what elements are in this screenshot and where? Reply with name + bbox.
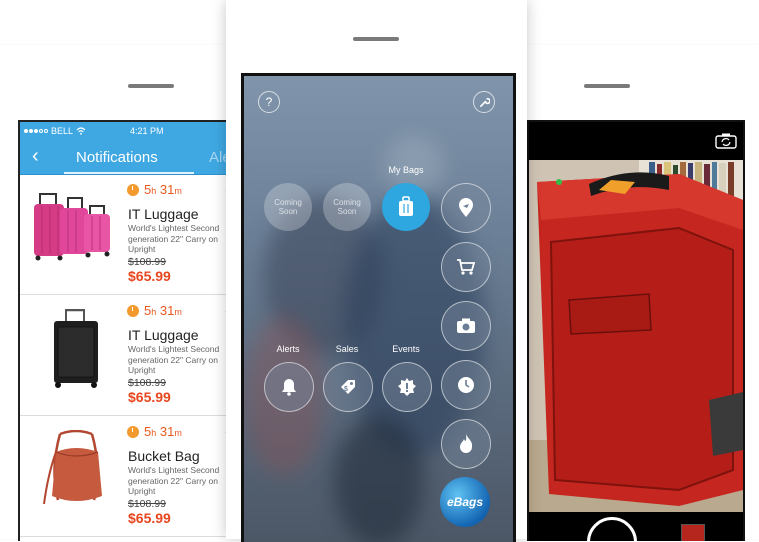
speaker-slot (353, 37, 399, 41)
wifi-icon (76, 127, 86, 135)
phone-frame-center: ? My Bags Coming Soon Coming Soon Alerts… (226, 0, 527, 542)
product-description: World's Lightest Second generation 22" Ca… (128, 223, 220, 254)
alerts-label: Alerts (276, 344, 300, 354)
coming-soon-button: Coming Soon (264, 183, 312, 231)
alerts-button[interactable] (264, 362, 314, 412)
phone-frame-right (522, 45, 759, 541)
history-button[interactable] (441, 360, 491, 410)
signal-icon (24, 129, 48, 133)
notification-item[interactable]: 5h 31m IT Luggage World's Lightest Secon… (20, 174, 234, 295)
price-tag-icon: $ (341, 380, 355, 394)
timer-clock-icon (127, 425, 139, 438)
cart-button[interactable] (441, 242, 491, 292)
product-description: World's Lightest Second generation 22" Ca… (128, 465, 220, 496)
product-name: IT Luggage (128, 327, 199, 343)
bucket-bag-image (43, 430, 102, 505)
sales-button[interactable]: $ (323, 362, 373, 412)
red-suitcase-photo (529, 160, 743, 512)
product-name: Bucket Bag (128, 448, 200, 464)
timer-clock-icon (127, 183, 139, 196)
flame-icon (460, 434, 473, 453)
sale-price: $65.99 (128, 389, 171, 405)
shutter-button[interactable] (587, 517, 637, 541)
original-price: $108.99 (128, 377, 166, 389)
deal-timer: 5h 31m (127, 303, 182, 318)
original-price: $108.99 (128, 498, 166, 510)
wrench-icon[interactable] (473, 91, 495, 113)
cart-icon (457, 259, 476, 275)
product-name: IT Luggage (128, 206, 199, 222)
deal-timer: 5h 31m (127, 182, 182, 197)
my-bags-label: My Bags (388, 165, 424, 175)
location-button[interactable] (441, 183, 491, 233)
product-description: World's Lightest Second generation 22" Ca… (128, 344, 220, 375)
svg-text:$: $ (344, 386, 348, 393)
nav-bar: ‹ Notifications Ale (20, 140, 234, 175)
deal-timer: 5h 31m (127, 424, 182, 439)
sales-label: Sales (335, 344, 359, 354)
events-button[interactable] (382, 362, 432, 412)
coming-soon-button: Coming Soon (323, 183, 371, 231)
tab-notifications[interactable]: Notifications (76, 149, 158, 166)
events-label: Events (392, 344, 420, 354)
gallery-thumbnail[interactable] (681, 524, 705, 541)
carrier-label: BELL (51, 126, 74, 136)
camera-viewfinder (529, 160, 743, 512)
switch-camera-icon[interactable] (715, 133, 737, 149)
airplane-pin-icon (459, 198, 473, 217)
suitcase-icon (399, 196, 413, 216)
black-luggage-image (54, 309, 98, 388)
camera-button[interactable] (441, 301, 491, 351)
camera-top-bar (529, 122, 743, 160)
bell-icon (282, 379, 296, 396)
main-menu-screen: ? My Bags Coming Soon Coming Soon Alerts… (241, 73, 516, 542)
speaker-slot (584, 84, 630, 88)
burst-alert-icon (398, 378, 416, 396)
pink-luggage-image (34, 193, 110, 261)
background-blur (334, 416, 424, 542)
timer-clock-icon (127, 304, 139, 317)
notification-item[interactable]: 5h 31m IT Luggage World's Lightest Secon… (20, 295, 234, 416)
camera-screen (527, 120, 745, 541)
clock-icon (458, 377, 474, 393)
chevron-left-icon[interactable]: ‹ (32, 146, 39, 166)
status-time: 4:21 PM (130, 126, 164, 136)
speaker-slot (128, 84, 174, 88)
camera-icon (457, 318, 475, 333)
phone-frame-left: BELL 4:21 PM ‹ Notifications Ale 5h 31m … (0, 45, 234, 541)
original-price: $108.99 (128, 256, 166, 268)
help-button[interactable]: ? (258, 91, 280, 113)
sale-price: $65.99 (128, 510, 171, 526)
my-bags-button[interactable] (382, 183, 430, 231)
sale-price: $65.99 (128, 268, 171, 284)
notifications-screen: BELL 4:21 PM ‹ Notifications Ale 5h 31m … (18, 120, 234, 541)
camera-controls-bar (529, 512, 743, 541)
ebags-logo-button[interactable]: eBags (440, 477, 490, 527)
notification-item[interactable]: 5h 31m Bucket Bag World's Lightest Secon… (20, 416, 234, 537)
status-bar: BELL 4:21 PM (20, 122, 234, 140)
hot-deals-button[interactable] (441, 419, 491, 469)
